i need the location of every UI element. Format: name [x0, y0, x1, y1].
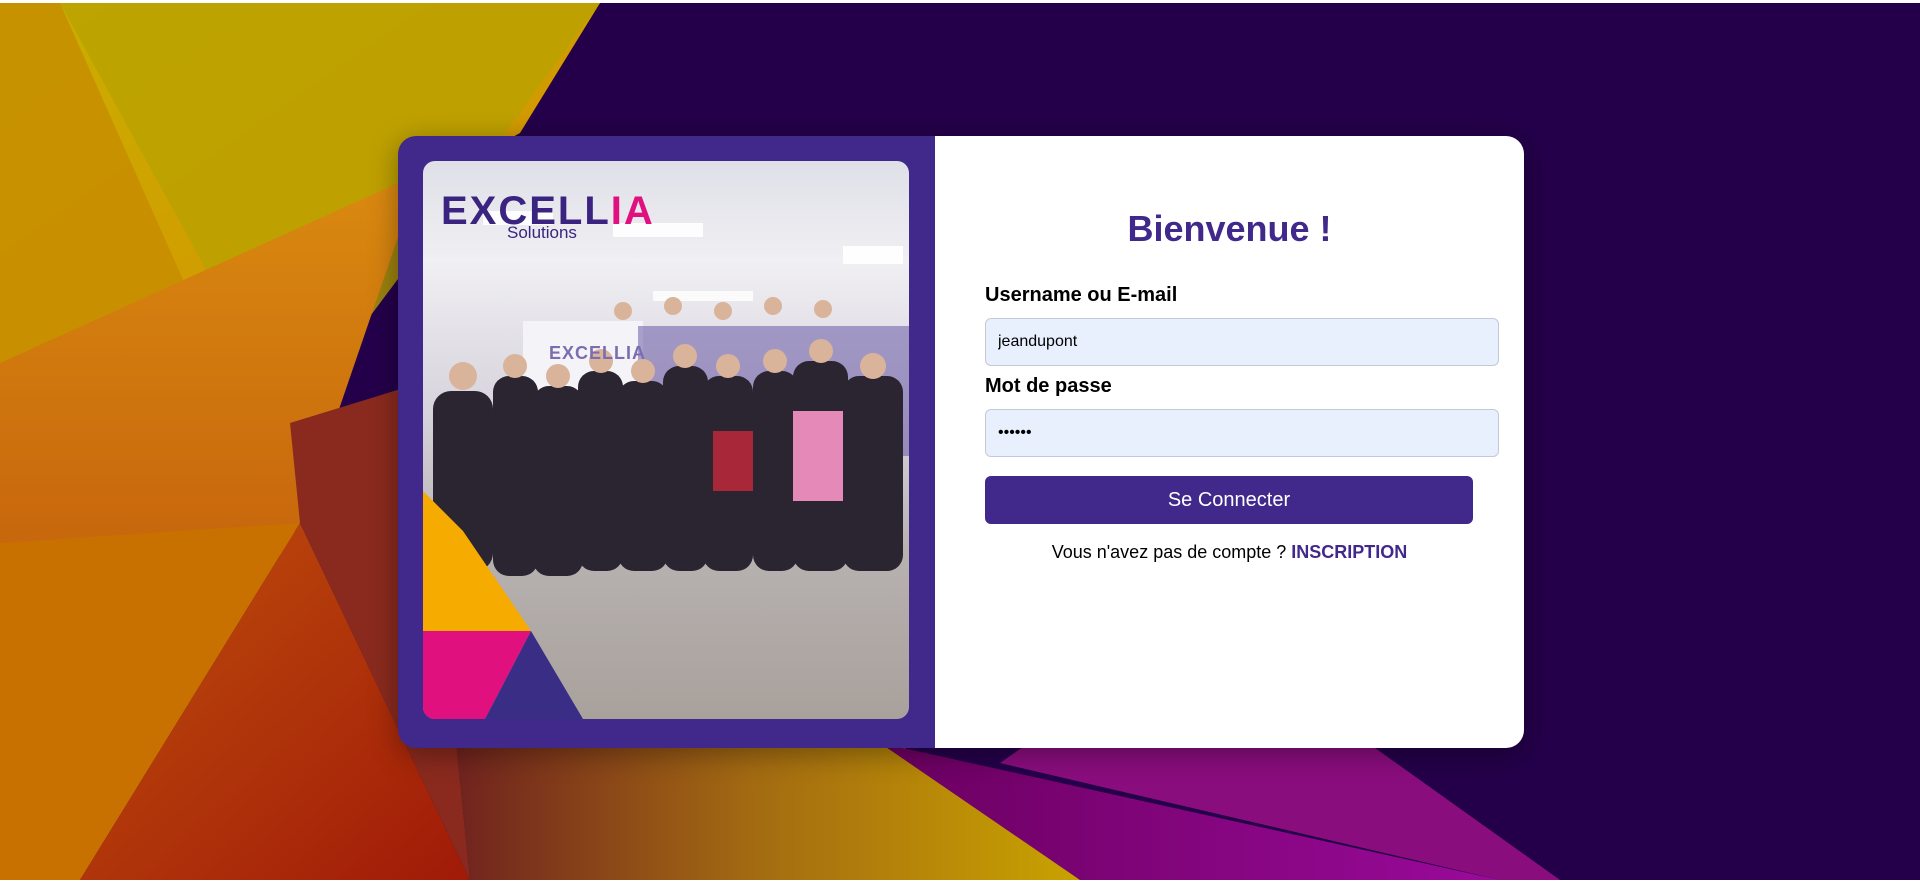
- login-form-panel: Bienvenue ! Username ou E-mail Mot de pa…: [935, 136, 1524, 748]
- login-button[interactable]: Se Connecter: [985, 476, 1473, 524]
- brand-panel: EXCELLIA Solutions EXCELLIA: [398, 136, 935, 748]
- signup-link[interactable]: INSCRIPTION: [1291, 542, 1407, 562]
- logo-main-suffix: IA: [610, 189, 655, 233]
- brand-logo-subtitle: Solutions: [507, 223, 577, 242]
- username-input[interactable]: [985, 318, 1499, 366]
- team-photo: EXCELLIA Solutions EXCELLIA: [423, 161, 909, 719]
- password-input[interactable]: [985, 409, 1499, 457]
- page-title: Bienvenue !: [1127, 208, 1332, 249]
- signup-prompt: Vous n'avez pas de compte ?: [1051, 542, 1287, 562]
- username-label: Username ou E-mail: [985, 284, 1178, 306]
- wall-logo: EXCELLIA: [549, 343, 647, 363]
- team-photo-illustration: [423, 211, 909, 719]
- login-card: EXCELLIA Solutions EXCELLIA Bienvenue ! …: [398, 136, 1524, 748]
- signup-line: Vous n'avez pas de compte ? INSCRIPTION: [935, 542, 1524, 563]
- password-label: Mot de passe: [985, 375, 1112, 397]
